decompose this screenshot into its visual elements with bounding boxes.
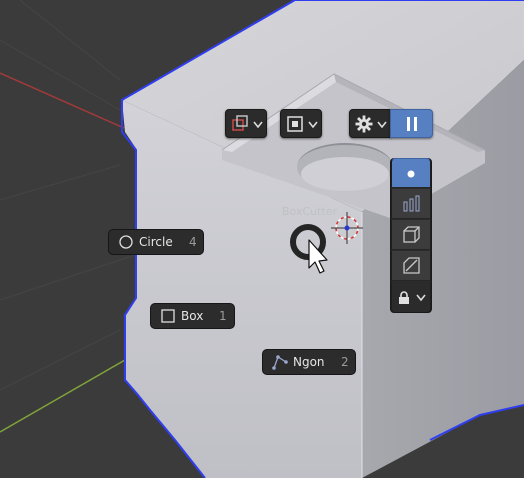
tool-hint-label: BoxCutter (282, 205, 338, 218)
pie-item-box-label: Box (181, 309, 204, 323)
mode-dropdown[interactable] (225, 109, 267, 138)
chevron-down-icon (253, 121, 263, 129)
ngon-icon (272, 355, 288, 370)
settings-dropdown[interactable] (349, 109, 391, 138)
pie-item-ngon-key: 2 (341, 355, 349, 369)
snap-dropdown[interactable] (280, 109, 322, 138)
pie-item-ngon[interactable]: Ngon 2 (262, 349, 356, 375)
tool-extrude[interactable] (391, 220, 431, 250)
bars-icon (403, 195, 420, 212)
square-icon (161, 309, 175, 323)
hole-bottom (301, 157, 389, 191)
pie-item-box[interactable]: Box 1 (150, 303, 235, 329)
pie-item-box-key: 1 (219, 309, 227, 323)
pause-button[interactable] (390, 109, 433, 138)
lock-icon (399, 291, 409, 304)
viewport-3d[interactable] (0, 0, 524, 478)
extrude-box-icon (403, 226, 420, 243)
chevron-down-icon (308, 121, 318, 129)
pie-item-circle-key: 4 (189, 235, 197, 249)
circle-icon (119, 235, 133, 249)
dot-icon (407, 170, 415, 178)
intersect-shape-icon (232, 115, 248, 131)
bevel-corner-icon (403, 257, 420, 274)
chevron-down-icon (377, 121, 387, 129)
tool-array[interactable] (391, 189, 431, 219)
chevron-down-icon (416, 294, 426, 302)
pie-item-circle-label: Circle (139, 235, 173, 249)
gear-icon (355, 115, 373, 133)
square-in-square-icon (287, 116, 303, 132)
pause-icon (407, 117, 417, 131)
x-axis-line (0, 72, 125, 129)
tool-bevel[interactable] (391, 251, 431, 281)
pie-item-ngon-label: Ngon (293, 355, 325, 369)
tool-lock-dropdown[interactable] (391, 282, 431, 313)
tool-dot[interactable] (391, 158, 431, 188)
pie-item-circle[interactable]: Circle 4 (108, 229, 204, 255)
